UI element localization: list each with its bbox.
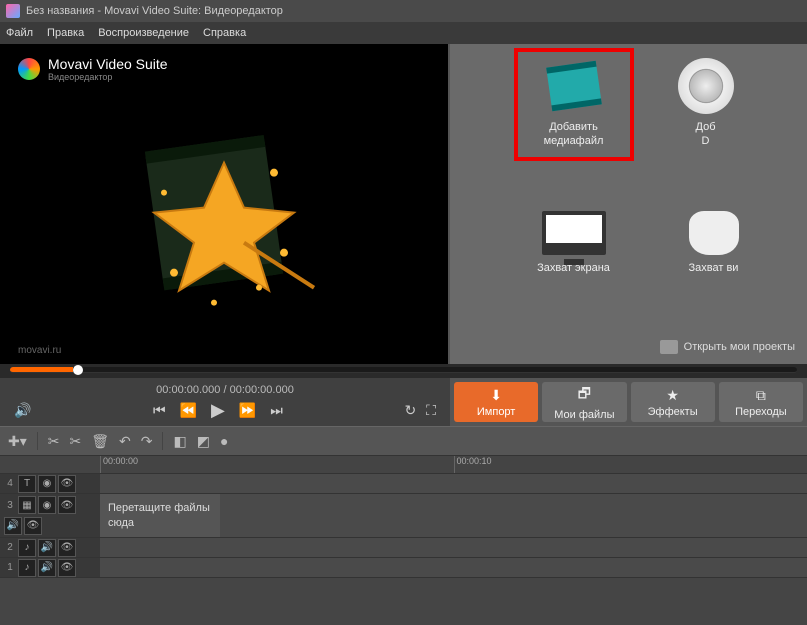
skip-end-button[interactable]: ⏭ <box>270 402 283 419</box>
import-add-dvd[interactable]: Доб D <box>676 58 736 161</box>
menu-help[interactable]: Справка <box>203 27 246 39</box>
open-projects-label: Открыть мои проекты <box>684 341 795 353</box>
properties-button[interactable]: ◩ <box>197 433 210 450</box>
music-icon[interactable]: ♪ <box>18 559 36 577</box>
open-projects-link[interactable]: Открыть мои проекты <box>660 340 795 354</box>
app-icon <box>6 4 20 18</box>
import-label: Добавить медиафайл <box>522 120 626 149</box>
link-icon[interactable]: ◉ <box>38 496 56 514</box>
time-ruler[interactable]: 00:00:00 00:00:10 <box>0 456 807 474</box>
import-add-media[interactable]: Добавить медиафайл <box>514 48 634 161</box>
delete-button[interactable]: 🗑 <box>91 433 109 450</box>
track-video: 3 ▦ ◉ 👁 🔊 👁 Перетащите файлы сюда <box>0 494 807 538</box>
link-icon[interactable]: ◉ <box>38 475 56 493</box>
seek-thumb[interactable] <box>73 365 83 375</box>
folder-icon <box>660 340 678 354</box>
eye-icon[interactable]: 👁 <box>24 517 42 535</box>
brand-subtitle: Видеоредактор <box>48 72 168 82</box>
menubar: Файл Правка Воспроизведение Справка <box>0 22 807 44</box>
eye-icon[interactable]: 👁 <box>58 559 76 577</box>
mute-icon[interactable]: 🔊 <box>38 559 56 577</box>
rewind-button[interactable]: ⏪ <box>180 402 197 419</box>
import-webcam[interactable]: Захват ви <box>684 211 744 275</box>
track-audio-2: 2 ♪ 🔊 👁 <box>0 538 807 558</box>
add-button[interactable]: ✚▾ <box>8 433 27 450</box>
webcam-icon <box>689 211 739 255</box>
transition-icon: ⧉ <box>756 387 766 404</box>
brand-icon <box>18 58 40 80</box>
playback-controls: 00:00:00.000 / 00:00:00.000 🔊 ⏮ ⏪ ▶ ⏩ ⏭ … <box>0 378 450 426</box>
track-titles: 4 T ◉ 👁 <box>0 474 807 494</box>
record-button[interactable]: ● <box>220 433 228 449</box>
ruler-tick: 00:00:10 <box>454 456 807 473</box>
window-title: Без названия - Movavi Video Suite: Видео… <box>26 5 283 17</box>
star-icon: ★ <box>666 387 679 404</box>
disc-icon <box>678 58 734 114</box>
music-icon[interactable]: ♪ <box>18 539 36 557</box>
volume-icon[interactable]: 🔊 <box>14 402 31 419</box>
mute-icon[interactable]: 🔊 <box>4 517 22 535</box>
import-panel: Добавить медиафайл Доб D Захват экрана З… <box>450 44 807 364</box>
mode-tabs: ⬇ Импорт 🗗 Мои файлы ★ Эффекты ⧉ Переход… <box>450 378 807 426</box>
eye-icon[interactable]: 👁 <box>58 475 76 493</box>
brand-logo: Movavi Video Suite Видеоредактор <box>18 56 168 82</box>
forward-button[interactable]: ⏩ <box>239 402 256 419</box>
cut-button[interactable]: ✂ <box>48 433 60 450</box>
redo-button[interactable]: ↷ <box>141 433 153 450</box>
undo-button[interactable]: ↶ <box>119 433 131 450</box>
files-icon: 🗗 <box>578 383 591 407</box>
eye-icon[interactable]: 👁 <box>58 539 76 557</box>
brand-name: Movavi Video Suite <box>48 56 168 72</box>
loop-button[interactable]: ↻ <box>404 402 416 419</box>
import-label: Доб D <box>676 120 736 149</box>
drop-hint: Перетащите файлы сюда <box>100 494 220 537</box>
titlebar: Без названия - Movavi Video Suite: Видео… <box>0 0 807 22</box>
timeline: 00:00:00 00:00:10 4 T ◉ 👁 3 ▦ ◉ 👁 🔊 👁 Пе… <box>0 456 807 625</box>
text-icon[interactable]: T <box>18 475 36 493</box>
split-button[interactable]: ✂ <box>70 433 82 450</box>
track-audio-1: 1 ♪ 🔊 👁 <box>0 558 807 578</box>
eye-icon[interactable]: 👁 <box>58 496 76 514</box>
import-screen-capture[interactable]: Захват экрана <box>514 211 634 275</box>
preview-panel: Movavi Video Suite Видеоредактор movavi.… <box>0 44 450 364</box>
skip-start-button[interactable]: ⏮ <box>153 402 166 419</box>
tab-import[interactable]: ⬇ Импорт <box>454 382 538 422</box>
import-icon: ⬇ <box>490 387 502 404</box>
crop-button[interactable]: ◧ <box>173 433 186 450</box>
splash-art <box>114 113 334 316</box>
import-label: Захват ви <box>684 261 744 275</box>
ruler-tick: 00:00:00 <box>100 456 454 473</box>
menu-playback[interactable]: Воспроизведение <box>98 27 189 39</box>
monitor-icon <box>542 211 606 255</box>
timeline-toolbar: ✚▾ ✂ ✂ 🗑 ↶ ↷ ◧ ◩ ● <box>0 426 807 456</box>
seek-bar[interactable] <box>0 364 807 378</box>
mute-icon[interactable]: 🔊 <box>38 539 56 557</box>
fullscreen-button[interactable]: ⛶ <box>426 402 436 419</box>
menu-file[interactable]: Файл <box>6 27 33 39</box>
play-button[interactable]: ▶ <box>211 400 225 421</box>
tab-transitions[interactable]: ⧉ Переходы <box>719 382 803 422</box>
video-icon[interactable]: ▦ <box>18 496 36 514</box>
tab-my-files[interactable]: 🗗 Мои файлы <box>542 382 626 422</box>
tab-effects[interactable]: ★ Эффекты <box>631 382 715 422</box>
brand-url: movavi.ru <box>18 345 61 356</box>
film-icon <box>539 58 609 114</box>
time-display: 00:00:00.000 / 00:00:00.000 <box>14 384 436 396</box>
menu-edit[interactable]: Правка <box>47 27 84 39</box>
